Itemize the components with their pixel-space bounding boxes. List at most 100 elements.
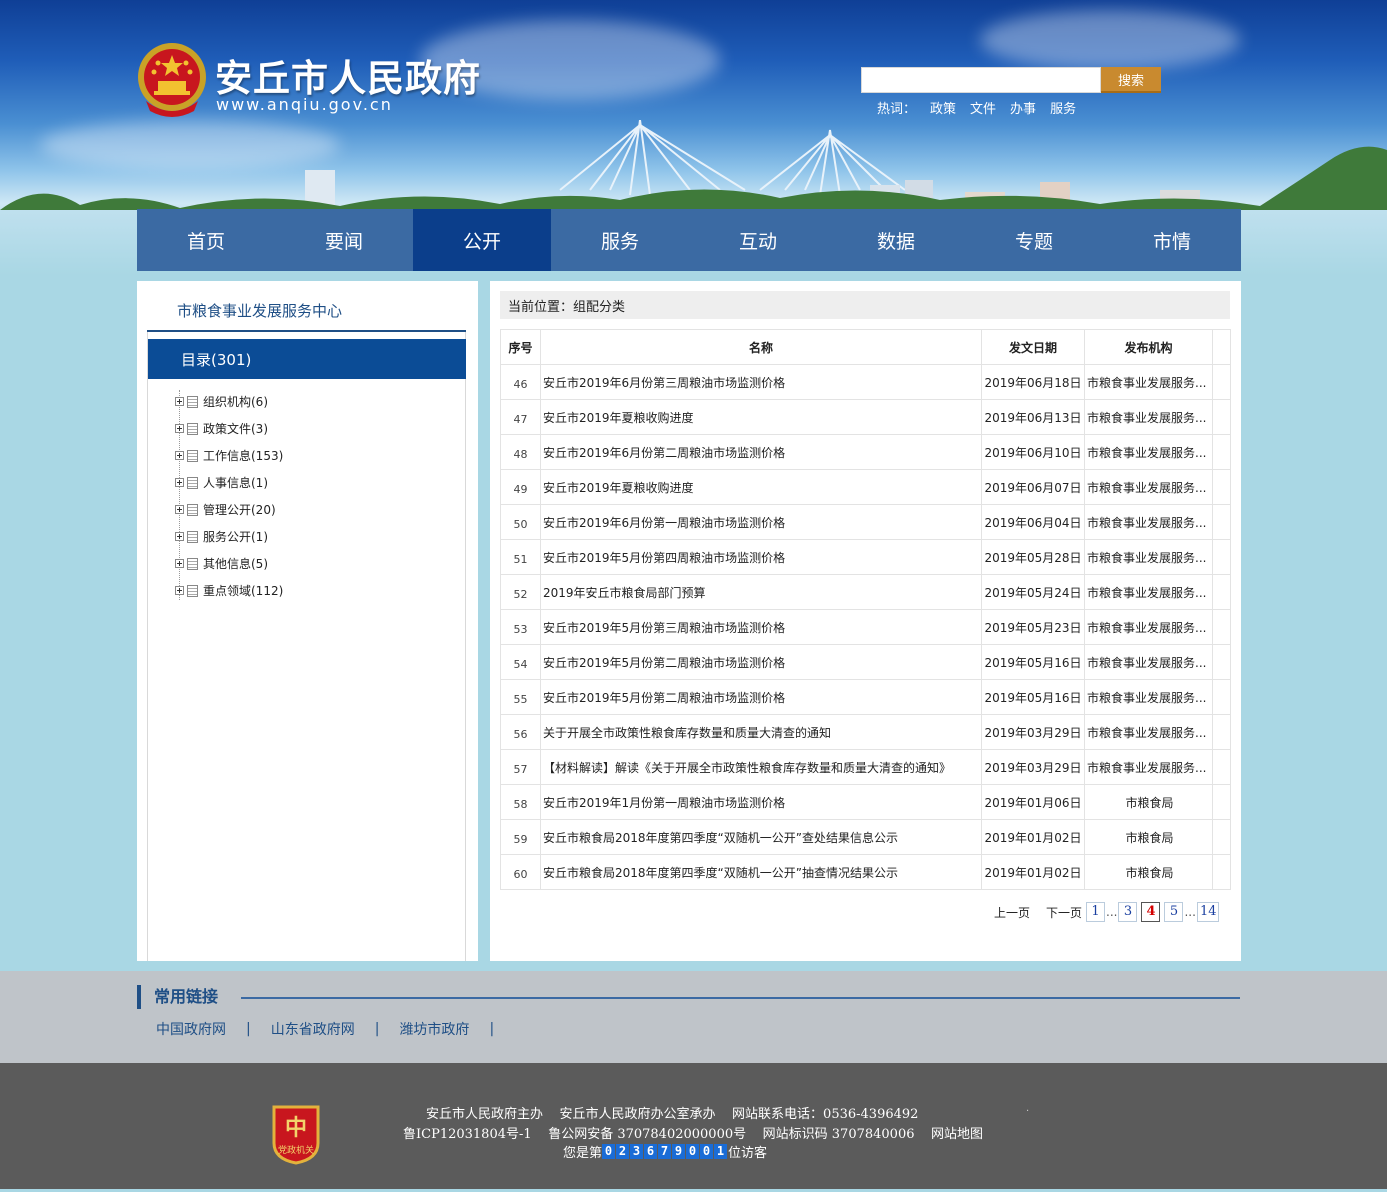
catalog-header[interactable]: 目录(301) (148, 339, 466, 379)
row-org: 市粮食局 (1084, 819, 1213, 855)
column-gap (1212, 644, 1231, 680)
column-header-date: 发文日期 (981, 329, 1085, 365)
tree-item[interactable]: 服务公开(1) (175, 523, 283, 550)
row-seq: 49 (500, 469, 541, 505)
tree-item[interactable]: 重点领域(112) (175, 577, 283, 604)
hot-word-link[interactable]: 文件 (970, 98, 996, 117)
link-china-gov[interactable]: 中国政府网 (156, 1019, 226, 1039)
table-row[interactable]: 46 安丘市2019年6月份第三周粮油市场监测价格 2019年06月18日 市粮食事业… (500, 364, 1231, 400)
link-separator: | (246, 1021, 251, 1037)
tree-item[interactable]: 人事信息(1) (175, 469, 283, 496)
expand-plus-icon[interactable] (175, 532, 184, 541)
column-gap (1212, 749, 1231, 785)
table-row[interactable]: 48 安丘市2019年6月份第二周粮油市场监测价格 2019年06月10日 市粮食事业… (500, 434, 1231, 470)
page-link[interactable]: 3 (1118, 902, 1138, 922)
expand-plus-icon[interactable] (175, 505, 184, 514)
hot-word-link[interactable]: 办事 (1010, 98, 1036, 117)
tree-item[interactable]: 政策文件(3) (175, 415, 283, 442)
sidebar-org-name[interactable]: 市粮食事业发展服务中心 (177, 300, 342, 321)
row-title-link[interactable]: 安丘市2019年6月份第二周粮油市场监测价格 (540, 434, 982, 470)
next-page-link[interactable]: 下一页 (1046, 904, 1082, 921)
nav-item-home[interactable]: 首页 (137, 209, 275, 271)
expand-plus-icon[interactable] (175, 586, 184, 595)
hot-word-link[interactable]: 服务 (1050, 98, 1076, 117)
tree-item[interactable]: 管理公开(20) (175, 496, 283, 523)
table-row[interactable]: 51 安丘市2019年5月份第四周粮油市场监测价格 2019年05月28日 市粮食事业… (500, 539, 1231, 575)
column-gap (1212, 504, 1231, 540)
tree-item[interactable]: 工作信息(153) (175, 442, 283, 469)
nav-item-data[interactable]: 数据 (827, 209, 965, 271)
row-title-link[interactable]: 安丘市2019年5月份第三周粮油市场监测价格 (540, 609, 982, 645)
table-row[interactable]: 60 安丘市粮食局2018年度第四季度“双随机一公开”抽查情况结果公示 2019年0… (500, 854, 1231, 890)
link-shandong-gov[interactable]: 山东省政府网 (271, 1019, 355, 1039)
breadcrumb: 当前位置：组配分类 (500, 291, 1230, 319)
expand-plus-icon[interactable] (175, 478, 184, 487)
table-row[interactable]: 54 安丘市2019年5月份第二周粮油市场监测价格 2019年05月16日 市粮食事业… (500, 644, 1231, 680)
table-row[interactable]: 57 【材料解读】解读《关于开展全市政策性粮食库存数量和质量大清查的通知》 2019… (500, 749, 1231, 785)
expand-plus-icon[interactable] (175, 424, 184, 433)
page-link[interactable]: 1 (1086, 902, 1106, 922)
row-title-link[interactable]: 【材料解读】解读《关于开展全市政策性粮食库存数量和质量大清查的通知》 (540, 749, 982, 785)
table-row[interactable]: 49 安丘市2019年夏粮收购进度 2019年06月07日 市粮食事业发展服务... (500, 469, 1231, 505)
document-icon (187, 476, 198, 489)
document-icon (187, 584, 198, 597)
row-org: 市粮食事业发展服务... (1084, 574, 1213, 610)
link-weifang-gov[interactable]: 潍坊市政府 (399, 1019, 469, 1039)
row-title-link[interactable]: 安丘市2019年夏粮收购进度 (540, 399, 982, 435)
table-row[interactable]: 56 关于开展全市政策性粮食库存数量和质量大清查的通知 2019年03月29日 市粮食… (500, 714, 1231, 750)
divider (241, 997, 1240, 999)
table-row[interactable]: 47 安丘市2019年夏粮收购进度 2019年06月13日 市粮食事业发展服务... (500, 399, 1231, 435)
row-seq: 60 (500, 854, 541, 890)
tree-item-label: 人事信息(1) (203, 476, 268, 490)
page-link-last[interactable]: 14 (1196, 902, 1220, 922)
document-icon (187, 530, 198, 543)
row-title-link[interactable]: 2019年安丘市粮食局部门预算 (540, 574, 982, 610)
visitor-prefix: 您是第 (563, 1146, 603, 1161)
table-row[interactable]: 53 安丘市2019年5月份第三周粮油市场监测价格 2019年05月23日 市粮食事业… (500, 609, 1231, 645)
page-link[interactable]: 5 (1164, 902, 1184, 922)
row-org: 市粮食事业发展服务... (1084, 609, 1213, 645)
page-link-current[interactable]: 4 (1141, 902, 1161, 922)
visitor-digits: 023679001 (602, 1144, 728, 1159)
expand-plus-icon[interactable] (175, 451, 184, 460)
row-seq: 57 (500, 749, 541, 785)
row-org: 市粮食局 (1084, 784, 1213, 820)
table-row[interactable]: 55 安丘市2019年5月份第二周粮油市场监测价格 2019年05月16日 市粮食事业… (500, 679, 1231, 715)
nav-item-city-info[interactable]: 市情 (1103, 209, 1241, 271)
column-gap (1212, 469, 1231, 505)
search-input[interactable] (861, 67, 1101, 93)
expand-plus-icon[interactable] (175, 397, 184, 406)
row-title-link[interactable]: 关于开展全市政策性粮食库存数量和质量大清查的通知 (540, 714, 982, 750)
row-title-link[interactable]: 安丘市2019年5月份第二周粮油市场监测价格 (540, 679, 982, 715)
tree-item[interactable]: 组织机构(6) (175, 388, 283, 415)
row-title-link[interactable]: 安丘市2019年6月份第一周粮油市场监测价格 (540, 504, 982, 540)
table-row[interactable]: 58 安丘市2019年1月份第一周粮油市场监测价格 2019年01月06日 市粮食局 (500, 784, 1231, 820)
nav-item-public[interactable]: 公开 (413, 209, 551, 271)
search-button[interactable]: 搜索 (1101, 67, 1161, 93)
row-title-link[interactable]: 安丘市2019年5月份第四周粮油市场监测价格 (540, 539, 982, 575)
table-row[interactable]: 52 2019年安丘市粮食局部门预算 2019年05月24日 市粮食事业发展服务... (500, 574, 1231, 610)
nav-item-service[interactable]: 服务 (551, 209, 689, 271)
row-title-link[interactable]: 安丘市粮食局2018年度第四季度“双随机一公开”查处结果信息公示 (540, 819, 982, 855)
nav-item-interaction[interactable]: 互动 (689, 209, 827, 271)
nav-item-topics[interactable]: 专题 (965, 209, 1103, 271)
row-title-link[interactable]: 安丘市2019年1月份第一周粮油市场监测价格 (540, 784, 982, 820)
tree-item[interactable]: 其他信息(5) (175, 550, 283, 577)
row-title-link[interactable]: 安丘市2019年夏粮收购进度 (540, 469, 982, 505)
table-row[interactable]: 59 安丘市粮食局2018年度第四季度“双随机一公开”查处结果信息公示 2019年0… (500, 819, 1231, 855)
table-row[interactable]: 50 安丘市2019年6月份第一周粮油市场监测价格 2019年06月04日 市粮食事业… (500, 504, 1231, 540)
row-date: 2019年03月29日 (981, 714, 1085, 750)
row-title-link[interactable]: 安丘市2019年5月份第二周粮油市场监测价格 (540, 644, 982, 680)
party-government-badge-icon[interactable]: 中 党政机关 (270, 1103, 322, 1165)
column-header-name: 名称 (540, 329, 982, 365)
expand-plus-icon[interactable] (175, 559, 184, 568)
row-title-link[interactable]: 安丘市2019年6月份第三周粮油市场监测价格 (540, 364, 982, 400)
row-org: 市粮食事业发展服务... (1084, 434, 1213, 470)
prev-page-link[interactable]: 上一页 (994, 904, 1030, 921)
visitor-digit: 9 (672, 1144, 686, 1159)
nav-item-news[interactable]: 要闻 (275, 209, 413, 271)
row-title-link[interactable]: 安丘市粮食局2018年度第四季度“双随机一公开”抽查情况结果公示 (540, 854, 982, 890)
document-icon (187, 557, 198, 570)
column-gap (1212, 364, 1231, 400)
hot-word-link[interactable]: 政策 (930, 98, 956, 117)
